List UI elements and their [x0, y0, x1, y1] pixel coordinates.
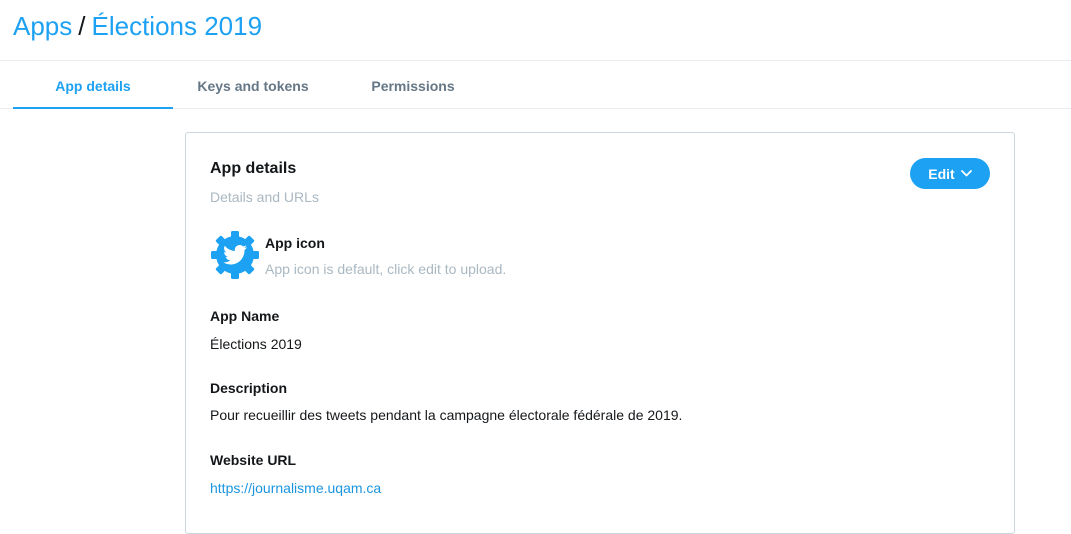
tab-bar: App details Keys and tokens Permissions	[0, 61, 1071, 109]
app-icon-label: App icon	[265, 235, 325, 251]
breadcrumb: Apps / Élections 2019	[13, 9, 262, 43]
breadcrumb-current-app[interactable]: Élections 2019	[92, 11, 263, 41]
website-url-value: https://journalisme.uqam.ca	[210, 480, 381, 496]
tab-keys-and-tokens[interactable]: Keys and tokens	[173, 61, 333, 108]
breadcrumb-apps-link[interactable]: Apps	[13, 11, 72, 41]
tab-app-details[interactable]: App details	[13, 61, 173, 109]
website-url-label: Website URL	[210, 452, 297, 468]
page-header: Apps / Élections 2019	[0, 0, 1071, 61]
edit-button[interactable]: Edit	[910, 158, 990, 189]
breadcrumb-separator: /	[78, 11, 86, 41]
chevron-down-icon	[960, 170, 972, 177]
app-name-label: App Name	[210, 308, 280, 324]
description-value: Pour recueillir des tweets pendant la ca…	[210, 407, 683, 423]
card-subtitle: Details and URLs	[210, 189, 319, 205]
app-details-card: App details Details and URLs Edit App ic…	[185, 132, 1015, 534]
tab-permissions[interactable]: Permissions	[333, 61, 493, 108]
twitter-gear-icon	[211, 231, 259, 279]
app-icon-help-text: App icon is default, click edit to uploa…	[265, 261, 507, 277]
edit-button-label: Edit	[928, 165, 955, 182]
card-title: App details	[210, 160, 297, 177]
app-name-value: Élections 2019	[210, 336, 302, 352]
website-url-link[interactable]: https://journalisme.uqam.ca	[210, 480, 381, 496]
description-label: Description	[210, 380, 288, 396]
